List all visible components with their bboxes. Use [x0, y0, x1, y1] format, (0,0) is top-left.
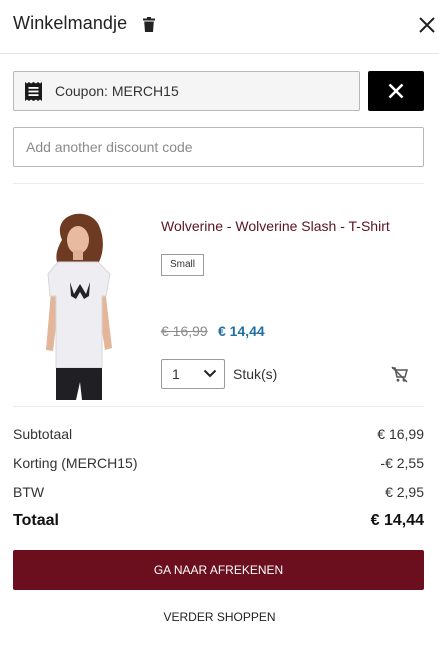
original-price: € 16,99	[161, 323, 208, 339]
receipt-icon	[25, 82, 42, 101]
quantity-select[interactable]: 1	[161, 359, 225, 389]
total-label: Totaal	[13, 512, 59, 529]
discount-label: Korting (MERCH15)	[13, 455, 138, 471]
total-value: € 14,44	[370, 512, 424, 529]
subtotal-label: Subtotaal	[13, 426, 73, 442]
tax-value: € 2,95	[385, 484, 424, 500]
product-image[interactable]	[20, 200, 140, 400]
close-icon[interactable]	[418, 16, 436, 34]
cart-title: Winkelmandje	[13, 13, 128, 33]
divider	[13, 183, 424, 184]
close-icon	[388, 83, 404, 99]
product-name[interactable]: Wolverine - Wolverine Slash - T-Shirt	[161, 218, 390, 234]
applied-coupon: Coupon: MERCH15	[13, 71, 360, 111]
divider	[13, 406, 424, 407]
continue-shopping-link[interactable]: VERDER SHOPPEN	[0, 610, 439, 624]
discount-code-input[interactable]	[13, 127, 424, 167]
subtotal-value: € 16,99	[377, 426, 424, 442]
trash-icon[interactable]	[143, 17, 155, 32]
remove-coupon-button[interactable]	[368, 71, 424, 111]
cart-remove-icon[interactable]	[391, 366, 408, 383]
tax-label: BTW	[13, 484, 45, 500]
quantity-value: 1	[172, 366, 180, 382]
discount-value: -€ 2,55	[380, 455, 424, 471]
checkout-button[interactable]: GA NAAR AFREKENEN	[13, 550, 424, 590]
coupon-label: Coupon: MERCH15	[55, 83, 179, 99]
size-badge: Small	[161, 254, 205, 276]
cart-header: Winkelmandje	[0, 0, 439, 54]
chevron-down-icon	[203, 369, 217, 378]
quantity-unit: Stuk(s)	[233, 366, 278, 382]
sale-price: € 14,44	[218, 323, 265, 339]
